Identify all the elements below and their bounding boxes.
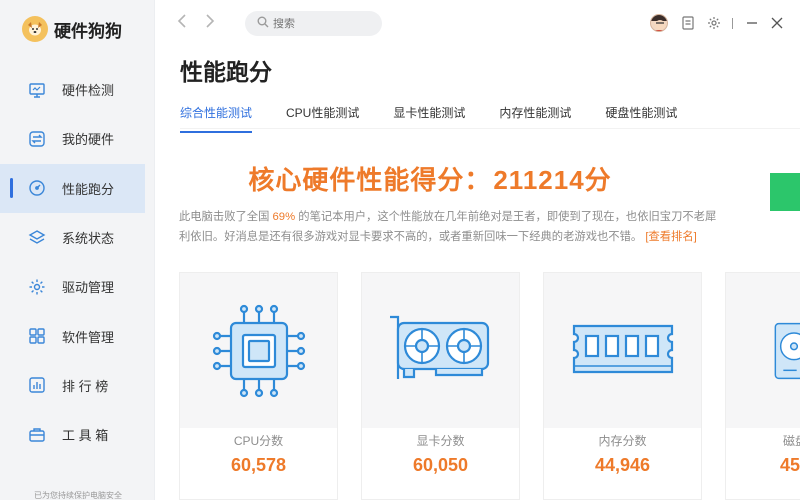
gauge-icon: [27, 178, 47, 198]
app-name: 硬件狗狗: [54, 21, 122, 41]
card-label: 磁盘: [783, 434, 800, 448]
sidebar: 硬件狗狗 硬件检测 我的硬件 性能跑分 系统状态 驱动管理 软件管理 排 行 榜…: [0, 0, 155, 500]
sidebar-item-ranking[interactable]: 排 行 榜: [0, 361, 155, 410]
search-input[interactable]: [273, 17, 373, 30]
score-card-cpu[interactable]: CPU分数 60,578: [179, 272, 338, 500]
score-heading: 核心硬件性能得分：211214分: [180, 160, 680, 197]
score-label: 核心硬件性能得分：: [248, 165, 492, 195]
memory-icon: [544, 273, 701, 428]
sidebar-item-benchmark[interactable]: 性能跑分: [0, 163, 145, 213]
ranking-icon: [27, 375, 47, 395]
benchmark-tabs: 综合性能测试 CPU性能测试 显卡性能测试 内存性能测试 硬盘性能测试: [180, 104, 711, 133]
score-card-disk[interactable]: 磁盘 45: [725, 272, 800, 500]
monitor-icon: [27, 80, 47, 100]
search-box[interactable]: [245, 11, 382, 36]
card-value: 60,050: [412, 455, 469, 475]
toolbox-icon: [27, 425, 47, 445]
tab-graphics[interactable]: 显卡性能测试: [393, 104, 465, 126]
sidebar-item-software-management[interactable]: 软件管理: [0, 311, 155, 360]
sidebar-item-hardware-check[interactable]: 硬件检测: [0, 65, 155, 114]
close-icon[interactable]: [767, 13, 787, 33]
search-icon: [257, 15, 269, 33]
tab-memory[interactable]: 内存性能测试: [499, 104, 571, 126]
forward-arrow-icon[interactable]: [201, 13, 219, 33]
cpu-icon: [180, 273, 337, 428]
page-title: 性能跑分: [180, 59, 272, 85]
card-value: 60,578: [230, 455, 287, 475]
back-arrow-icon[interactable]: [173, 13, 191, 33]
tab-cpu[interactable]: CPU性能测试: [286, 104, 359, 126]
sidebar-item-label: 软件管理: [62, 329, 115, 345]
tab-divider: [180, 128, 800, 129]
sidebar-item-label: 排 行 榜: [62, 378, 109, 394]
sidebar-item-label: 硬件检测: [62, 83, 115, 99]
score-value: 211214: [493, 165, 585, 195]
desc-percent: 69%: [272, 211, 296, 223]
card-label: 显卡分数: [416, 434, 465, 448]
card-value: 45: [780, 455, 800, 475]
graphics-card-icon: [362, 273, 519, 428]
score-card-graphics[interactable]: 显卡分数 60,050: [361, 272, 520, 500]
tab-overall[interactable]: 综合性能测试: [180, 104, 253, 133]
sidebar-item-label: 驱动管理: [62, 280, 115, 296]
divider: [732, 18, 733, 29]
avatar[interactable]: [649, 13, 669, 33]
minimize-icon[interactable]: [742, 13, 762, 33]
sidebar-item-driver-management[interactable]: 驱动管理: [0, 262, 155, 311]
tab-disk[interactable]: 硬盘性能测试: [605, 104, 677, 126]
sidebar-item-system-status[interactable]: 系统状态: [0, 213, 155, 262]
gear-icon: [27, 277, 47, 297]
sidebar-item-label: 工 具 箱: [62, 428, 109, 444]
sidebar-item-label: 性能跑分: [62, 181, 115, 197]
sidebar-nav: 硬件检测 我的硬件 性能跑分 系统状态 驱动管理 软件管理 排 行 榜 工 具 …: [0, 65, 155, 459]
sidebar-item-label: 我的硬件: [62, 132, 115, 148]
swap-icon: [27, 129, 47, 149]
score-card-memory[interactable]: 内存分数 44,946: [543, 272, 702, 500]
view-ranking-link[interactable]: [查看排名]: [645, 231, 696, 243]
card-label: CPU分数: [233, 434, 284, 448]
settings-icon[interactable]: [704, 13, 724, 33]
app-brand: 硬件狗狗: [22, 14, 122, 44]
notes-icon[interactable]: [678, 13, 698, 33]
sidebar-item-my-hardware[interactable]: 我的硬件: [0, 114, 155, 163]
green-action-button[interactable]: [770, 173, 800, 211]
apps-icon: [27, 326, 47, 346]
disk-icon: [726, 273, 800, 428]
score-description: 此电脑击败了全国 69% 的笔记本用户，这个性能放在几年前绝对是王者，即使到了现…: [179, 207, 719, 247]
top-bar: [155, 0, 800, 46]
card-value: 44,946: [594, 455, 651, 475]
desc-text-pre: 此电脑击败了全国: [179, 211, 273, 223]
sidebar-footer: 已为您持续保护电脑安全: [34, 491, 122, 500]
card-label: 内存分数: [598, 434, 647, 448]
sidebar-item-label: 系统状态: [62, 231, 115, 247]
sidebar-item-toolbox[interactable]: 工 具 箱: [0, 410, 155, 459]
dog-logo-icon: [22, 16, 48, 42]
layers-icon: [27, 228, 47, 248]
score-unit: 分: [584, 165, 612, 195]
